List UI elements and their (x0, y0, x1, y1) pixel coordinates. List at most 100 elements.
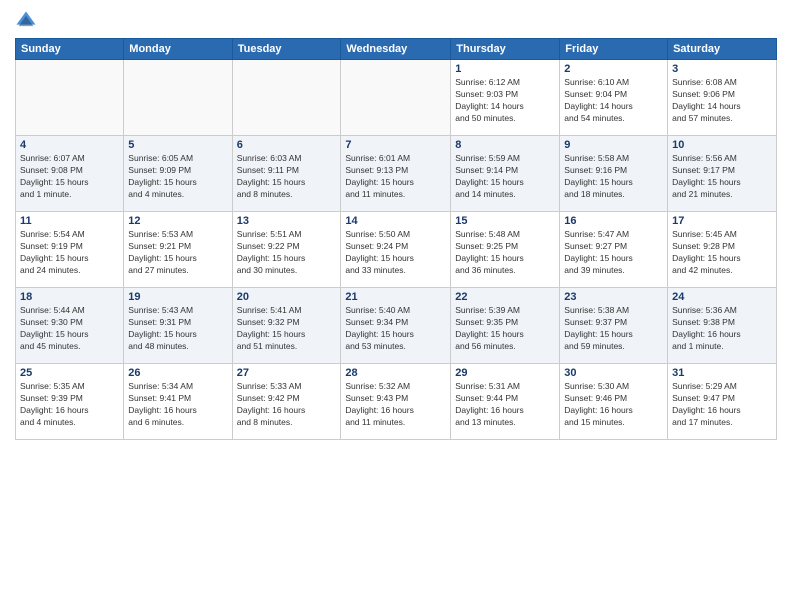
day-number: 5 (128, 139, 227, 151)
page: SundayMondayTuesdayWednesdayThursdayFrid… (0, 0, 792, 612)
day-number: 30 (564, 367, 663, 379)
day-info: Sunrise: 5:30 AM Sunset: 9:46 PM Dayligh… (564, 381, 663, 429)
day-info: Sunrise: 5:51 AM Sunset: 9:22 PM Dayligh… (237, 229, 337, 277)
calendar-cell: 30 Sunrise: 5:30 AM Sunset: 9:46 PM Dayli… (560, 364, 668, 440)
calendar-cell: 27 Sunrise: 5:33 AM Sunset: 9:42 PM Dayli… (232, 364, 341, 440)
day-info: Sunrise: 5:50 AM Sunset: 9:24 PM Dayligh… (345, 229, 446, 277)
day-number: 28 (345, 367, 446, 379)
day-number: 10 (672, 139, 772, 151)
calendar-cell: 31 Sunrise: 5:29 AM Sunset: 9:47 PM Dayli… (668, 364, 777, 440)
calendar-cell: 24 Sunrise: 5:36 AM Sunset: 9:38 PM Dayli… (668, 288, 777, 364)
week-row-4: 18Sunrise: 5:44 AM Sunset: 9:30 PM Dayli… (16, 288, 777, 364)
calendar-cell: 7Sunrise: 6:01 AM Sunset: 9:13 PM Daylig… (341, 136, 451, 212)
calendar-cell: 23 Sunrise: 5:38 AM Sunset: 9:37 PM Dayli… (560, 288, 668, 364)
day-info: Sunrise: 6:05 AM Sunset: 9:09 PM Dayligh… (128, 153, 227, 201)
day-info: Sunrise: 5:54 AM Sunset: 9:19 PM Dayligh… (20, 229, 119, 277)
weekday-header-sunday: Sunday (16, 39, 124, 60)
day-info: Sunrise: 5:43 AM Sunset: 9:31 PM Dayligh… (128, 305, 227, 353)
calendar-cell: 22 Sunrise: 5:39 AM Sunset: 9:35 PM Dayli… (451, 288, 560, 364)
day-info: Sunrise: 5:38 AM Sunset: 9:37 PM Dayligh… (564, 305, 663, 353)
calendar-cell: 21 Sunrise: 5:40 AM Sunset: 9:34 PM Dayli… (341, 288, 451, 364)
calendar-cell (232, 60, 341, 136)
day-info: Sunrise: 5:40 AM Sunset: 9:34 PM Dayligh… (345, 305, 446, 353)
calendar-cell: 20 Sunrise: 5:41 AM Sunset: 9:32 PM Dayli… (232, 288, 341, 364)
calendar-cell (16, 60, 124, 136)
day-info: Sunrise: 5:59 AM Sunset: 9:14 PM Dayligh… (455, 153, 555, 201)
calendar-cell: 1 Sunrise: 6:12 AM Sunset: 9:03 PM Daylig… (451, 60, 560, 136)
calendar-cell: 15Sunrise: 5:48 AM Sunset: 9:25 PM Dayli… (451, 212, 560, 288)
day-number: 11 (20, 215, 119, 227)
day-info: Sunrise: 5:32 AM Sunset: 9:43 PM Dayligh… (345, 381, 446, 429)
day-info: Sunrise: 5:47 AM Sunset: 9:27 PM Dayligh… (564, 229, 663, 277)
day-number: 27 (237, 367, 337, 379)
calendar-cell: 5 Sunrise: 6:05 AM Sunset: 9:09 PM Daylig… (124, 136, 232, 212)
calendar-cell: 29 Sunrise: 5:31 AM Sunset: 9:44 PM Dayli… (451, 364, 560, 440)
day-number: 21 (345, 291, 446, 303)
header (15, 10, 777, 32)
calendar-cell: 10Sunrise: 5:56 AM Sunset: 9:17 PM Dayli… (668, 136, 777, 212)
day-info: Sunrise: 6:12 AM Sunset: 9:03 PM Dayligh… (455, 77, 555, 125)
calendar-cell: 19Sunrise: 5:43 AM Sunset: 9:31 PM Dayli… (124, 288, 232, 364)
calendar-cell: 13Sunrise: 5:51 AM Sunset: 9:22 PM Dayli… (232, 212, 341, 288)
calendar-cell: 18Sunrise: 5:44 AM Sunset: 9:30 PM Dayli… (16, 288, 124, 364)
day-info: Sunrise: 5:45 AM Sunset: 9:28 PM Dayligh… (672, 229, 772, 277)
day-info: Sunrise: 5:34 AM Sunset: 9:41 PM Dayligh… (128, 381, 227, 429)
weekday-header-saturday: Saturday (668, 39, 777, 60)
day-number: 17 (672, 215, 772, 227)
day-number: 3 (672, 63, 772, 75)
week-row-1: 1 Sunrise: 6:12 AM Sunset: 9:03 PM Daylig… (16, 60, 777, 136)
calendar-cell: 12 Sunrise: 5:53 AM Sunset: 9:21 PM Dayli… (124, 212, 232, 288)
day-info: Sunrise: 5:33 AM Sunset: 9:42 PM Dayligh… (237, 381, 337, 429)
day-number: 24 (672, 291, 772, 303)
calendar-cell: 4Sunrise: 6:07 AM Sunset: 9:08 PM Daylig… (16, 136, 124, 212)
day-info: Sunrise: 6:10 AM Sunset: 9:04 PM Dayligh… (564, 77, 663, 125)
day-info: Sunrise: 5:39 AM Sunset: 9:35 PM Dayligh… (455, 305, 555, 353)
logo (15, 10, 41, 32)
day-number: 23 (564, 291, 663, 303)
day-info: Sunrise: 5:41 AM Sunset: 9:32 PM Dayligh… (237, 305, 337, 353)
day-number: 25 (20, 367, 119, 379)
calendar-cell: 14 Sunrise: 5:50 AM Sunset: 9:24 PM Dayli… (341, 212, 451, 288)
calendar-cell: 28 Sunrise: 5:32 AM Sunset: 9:43 PM Dayli… (341, 364, 451, 440)
day-info: Sunrise: 5:29 AM Sunset: 9:47 PM Dayligh… (672, 381, 772, 429)
day-info: Sunrise: 5:31 AM Sunset: 9:44 PM Dayligh… (455, 381, 555, 429)
day-info: Sunrise: 6:08 AM Sunset: 9:06 PM Dayligh… (672, 77, 772, 125)
day-number: 6 (237, 139, 337, 151)
logo-icon (15, 10, 37, 32)
day-number: 14 (345, 215, 446, 227)
calendar-table: SundayMondayTuesdayWednesdayThursdayFrid… (15, 38, 777, 440)
day-number: 31 (672, 367, 772, 379)
day-number: 29 (455, 367, 555, 379)
weekday-header-wednesday: Wednesday (341, 39, 451, 60)
day-number: 20 (237, 291, 337, 303)
day-info: Sunrise: 5:58 AM Sunset: 9:16 PM Dayligh… (564, 153, 663, 201)
calendar-cell: 25 Sunrise: 5:35 AM Sunset: 9:39 PM Dayli… (16, 364, 124, 440)
weekday-header-row: SundayMondayTuesdayWednesdayThursdayFrid… (16, 39, 777, 60)
day-info: Sunrise: 6:01 AM Sunset: 9:13 PM Dayligh… (345, 153, 446, 201)
calendar-cell: 2Sunrise: 6:10 AM Sunset: 9:04 PM Daylig… (560, 60, 668, 136)
day-info: Sunrise: 5:53 AM Sunset: 9:21 PM Dayligh… (128, 229, 227, 277)
calendar-cell: 16Sunrise: 5:47 AM Sunset: 9:27 PM Dayli… (560, 212, 668, 288)
calendar-cell: 6 Sunrise: 6:03 AM Sunset: 9:11 PM Daylig… (232, 136, 341, 212)
day-info: Sunrise: 5:36 AM Sunset: 9:38 PM Dayligh… (672, 305, 772, 353)
calendar-cell (124, 60, 232, 136)
weekday-header-friday: Friday (560, 39, 668, 60)
day-number: 1 (455, 63, 555, 75)
day-info: Sunrise: 5:35 AM Sunset: 9:39 PM Dayligh… (20, 381, 119, 429)
week-row-3: 11 Sunrise: 5:54 AM Sunset: 9:19 PM Dayli… (16, 212, 777, 288)
day-number: 22 (455, 291, 555, 303)
calendar-cell: 9Sunrise: 5:58 AM Sunset: 9:16 PM Daylig… (560, 136, 668, 212)
weekday-header-thursday: Thursday (451, 39, 560, 60)
calendar-cell (341, 60, 451, 136)
calendar-cell: 3 Sunrise: 6:08 AM Sunset: 9:06 PM Daylig… (668, 60, 777, 136)
day-number: 15 (455, 215, 555, 227)
calendar-cell: 26Sunrise: 5:34 AM Sunset: 9:41 PM Dayli… (124, 364, 232, 440)
week-row-2: 4Sunrise: 6:07 AM Sunset: 9:08 PM Daylig… (16, 136, 777, 212)
day-number: 12 (128, 215, 227, 227)
day-number: 4 (20, 139, 119, 151)
day-number: 8 (455, 139, 555, 151)
day-info: Sunrise: 6:03 AM Sunset: 9:11 PM Dayligh… (237, 153, 337, 201)
calendar-cell: 8 Sunrise: 5:59 AM Sunset: 9:14 PM Daylig… (451, 136, 560, 212)
calendar-cell: 17 Sunrise: 5:45 AM Sunset: 9:28 PM Dayli… (668, 212, 777, 288)
weekday-header-monday: Monday (124, 39, 232, 60)
